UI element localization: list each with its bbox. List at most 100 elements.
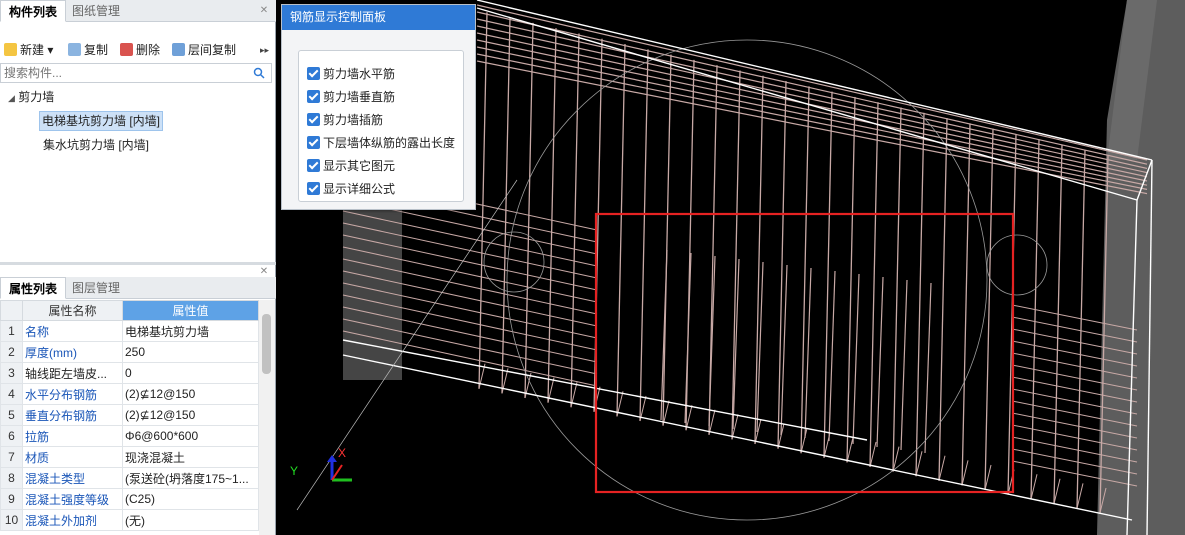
property-value[interactable]: (C25): [122, 488, 259, 510]
table-row[interactable]: 5 垂直分布钢筋 (2)⊈12@150: [0, 404, 259, 426]
scrollbar-thumb[interactable]: [262, 314, 271, 374]
copy-icon: [68, 43, 81, 56]
rebar-line: [961, 123, 971, 486]
rebar-line: [938, 118, 948, 481]
row-index: 1: [0, 320, 23, 342]
rebar-line: [984, 128, 994, 491]
property-name: 混凝土外加剂: [22, 509, 123, 531]
property-name: 混凝土类型: [22, 467, 123, 489]
property-value[interactable]: (无): [122, 509, 259, 531]
checkbox-checked-icon[interactable]: [307, 182, 320, 195]
new-button[interactable]: 新建 ▾: [4, 41, 53, 59]
option-horizontal-bars[interactable]: 剪力墙水平筋: [307, 65, 395, 83]
col-property-value: 属性值: [122, 300, 259, 321]
property-value[interactable]: (2)⊈12@150: [122, 404, 259, 426]
rebar-line: [852, 273, 860, 445]
property-table: 属性名称 属性值 1 名称 电梯基坑剪力墙 2 厚度(mm) 250 3 轴线距左墙皮..…: [0, 300, 259, 531]
rebar-line: [869, 102, 879, 468]
highlight-box: [594, 212, 1015, 494]
floor-copy-button[interactable]: 层间复制: [172, 41, 236, 59]
table-row[interactable]: 3 轴线距左墙皮... 0: [0, 362, 259, 384]
property-value[interactable]: 250: [122, 341, 259, 363]
checkbox-checked-icon[interactable]: [307, 159, 320, 172]
rebar-display-control-panel: 钢筋显示控制面板 剪力墙水平筋 剪力墙垂直筋 剪力墙插筋 下层墙体纵筋的露出长度…: [281, 4, 476, 210]
delete-icon: [120, 43, 133, 56]
component-tabbar: 构件列表 图纸管理: [0, 0, 276, 22]
property-value[interactable]: (泵送砼(坍落度175~1...: [122, 467, 259, 489]
row-index: 10: [0, 509, 23, 531]
option-exposed-length[interactable]: 下层墙体纵筋的露出长度: [307, 134, 455, 152]
property-name: 名称: [22, 320, 123, 342]
property-value[interactable]: 0: [122, 362, 259, 384]
table-row[interactable]: 1 名称 电梯基坑剪力墙: [0, 320, 259, 342]
rebar-line: [915, 112, 925, 477]
table-row[interactable]: 6 拉筋 Φ6@600*600: [0, 425, 259, 447]
rebar-line: [662, 54, 672, 426]
rebar-line: [731, 70, 741, 440]
tab-component-list[interactable]: 构件列表: [0, 0, 67, 22]
checkbox-checked-icon[interactable]: [307, 90, 320, 103]
row-index: 8: [0, 467, 23, 489]
table-row[interactable]: 2 厚度(mm) 250: [0, 341, 259, 363]
left-panel: 构件列表 图纸管理 ✕ 新建 ▾ 复制 删除 层间复制 ▸▸ ◢ 剪力墙 电梯基…: [0, 0, 276, 535]
row-index: 7: [0, 446, 23, 468]
close-icon[interactable]: ✕: [257, 265, 271, 279]
pin-icon[interactable]: ✕: [257, 4, 271, 18]
row-index: 9: [0, 488, 23, 510]
rebar-line: [616, 44, 626, 417]
more-icon[interactable]: ▸▸: [260, 41, 269, 59]
delete-button[interactable]: 删除: [120, 41, 160, 59]
search-icon[interactable]: [253, 67, 265, 79]
col-property-name: 属性名称: [22, 300, 123, 321]
copy-button[interactable]: 复制: [68, 41, 108, 59]
rebar-line: [547, 28, 557, 403]
property-value[interactable]: (2)⊈12@150: [122, 383, 259, 405]
checkbox-checked-icon[interactable]: [307, 67, 320, 80]
property-tabbar: 属性列表 图层管理: [0, 277, 276, 299]
table-row[interactable]: 10 混凝土外加剂 (无): [0, 509, 259, 531]
table-row[interactable]: 8 混凝土类型 (泵送砼(坍落度175~1...: [0, 467, 259, 489]
tab-property-list[interactable]: 属性列表: [0, 277, 67, 299]
option-show-other-elements[interactable]: 显示其它图元: [307, 157, 395, 175]
tree-item-elevator-pit-wall[interactable]: 电梯基坑剪力墙 [内墙]: [39, 111, 164, 131]
rebar-line: [639, 49, 649, 422]
tab-layer-management[interactable]: 图层管理: [64, 277, 128, 299]
table-row[interactable]: 4 水平分布钢筋 (2)⊈12@150: [0, 383, 259, 405]
property-value[interactable]: Φ6@600*600: [122, 425, 259, 447]
rebar-line: [1076, 149, 1086, 509]
tree-item-sump-pit-wall[interactable]: 集水坑剪力墙 [内墙]: [43, 135, 149, 155]
tree-group-shear-wall[interactable]: ◢ 剪力墙: [8, 87, 54, 107]
search-input[interactable]: [1, 64, 241, 82]
property-scrollbar[interactable]: [259, 300, 275, 535]
option-vertical-bars[interactable]: 剪力墙垂直筋: [307, 88, 395, 106]
table-row[interactable]: 9 混凝土强度等级 (C25): [0, 488, 259, 510]
rebar-line: [524, 22, 534, 399]
property-name: 轴线距左墙皮...: [22, 362, 123, 384]
property-name: 材质: [22, 446, 123, 468]
option-dowel-bars[interactable]: 剪力墙插筋: [307, 111, 383, 129]
property-name: 垂直分布钢筋: [22, 404, 123, 426]
table-row[interactable]: 7 材质 现浇混凝土: [0, 446, 259, 468]
reference-circle-left: [483, 231, 545, 293]
expand-icon[interactable]: ◢: [8, 93, 15, 103]
row-index: 2: [0, 341, 23, 363]
row-index: 4: [0, 383, 23, 405]
rebar-line: [800, 86, 810, 454]
rebar-line: [684, 252, 692, 424]
property-value[interactable]: 现浇混凝土: [122, 446, 259, 468]
checkbox-checked-icon[interactable]: [307, 136, 320, 149]
checkbox-checked-icon[interactable]: [307, 113, 320, 126]
tab-drawing-management[interactable]: 图纸管理: [64, 0, 128, 22]
reference-circle-right: [986, 234, 1048, 296]
option-show-detailed-formula[interactable]: 显示详细公式: [307, 180, 395, 198]
control-options: 剪力墙水平筋 剪力墙垂直筋 剪力墙插筋 下层墙体纵筋的露出长度 显示其它图元 显…: [298, 50, 464, 202]
control-panel-title[interactable]: 钢筋显示控制面板: [282, 5, 475, 30]
panel-splitter[interactable]: [0, 262, 276, 265]
property-value[interactable]: 电梯基坑剪力墙: [122, 320, 259, 342]
rebar-line: [478, 12, 488, 389]
row-index: 5: [0, 404, 23, 426]
rebar-line: [892, 107, 902, 472]
new-icon: [4, 43, 17, 56]
row-index: 3: [0, 362, 23, 384]
rebar-line: [1053, 144, 1063, 504]
